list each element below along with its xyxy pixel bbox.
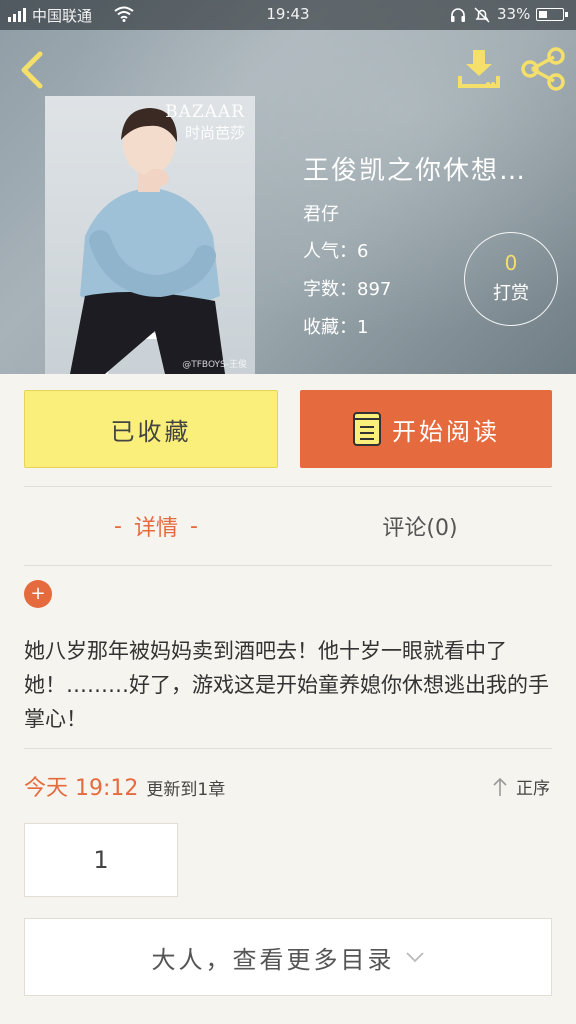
cover-brand: BAZAAR 时尚芭莎 xyxy=(165,102,245,143)
book-icon xyxy=(353,412,381,446)
chapter-number: 1 xyxy=(93,846,109,874)
download-button[interactable] xyxy=(456,46,502,92)
book-author[interactable]: 君仔 xyxy=(303,200,339,226)
stat-word-count: 字数：897 xyxy=(303,279,392,300)
chapter-cell[interactable]: 1 xyxy=(24,823,178,897)
reward-button[interactable]: 0 打赏 xyxy=(464,232,558,326)
reward-label: 打赏 xyxy=(493,283,529,304)
battery-icon xyxy=(536,8,568,21)
book-header: 中国联通 19:43 33% BAZAAR 时尚芭莎 @TFBOYS-王俊 王俊… xyxy=(0,0,576,374)
book-title: 王俊凯之你休想… xyxy=(303,156,528,186)
cover-brand-line1: BAZAAR xyxy=(165,102,245,122)
tab-dash-right: - xyxy=(190,513,198,539)
book-cover[interactable]: BAZAAR 时尚芭莎 @TFBOYS-王俊 xyxy=(45,96,255,374)
chevron-down-icon xyxy=(405,952,424,963)
detail-tabs: - 详情 - 评论(0) xyxy=(24,486,552,566)
more-catalog-label: 大人，查看更多目录 xyxy=(151,945,395,974)
battery-percent: 33% xyxy=(497,5,531,23)
share-button[interactable] xyxy=(520,46,566,92)
tab-details[interactable]: - 详情 - xyxy=(24,487,288,565)
collected-button[interactable]: 已收藏 xyxy=(24,390,278,468)
mute-bell-icon xyxy=(474,7,490,23)
cover-watermark: @TFBOYS-王俊 xyxy=(182,360,247,370)
update-info: 今天 19:12 更新到1章 xyxy=(24,770,225,802)
tab-details-label: 详情 xyxy=(133,516,178,541)
status-bar: 中国联通 19:43 33% xyxy=(0,0,576,30)
start-reading-button[interactable]: 开始阅读 xyxy=(300,390,552,468)
book-description: 她八岁那年被妈妈卖到酒吧去！他十岁一眼就看中了她！………好了，游戏这是开始童养媳… xyxy=(24,639,549,731)
cover-brand-line2: 时尚芭莎 xyxy=(184,124,245,142)
expand-description-button[interactable]: + xyxy=(24,580,52,608)
divider xyxy=(24,748,552,749)
tab-comments[interactable]: 评论(0) xyxy=(288,487,552,565)
collected-label: 已收藏 xyxy=(110,417,192,446)
more-catalog-button[interactable]: 大人，查看更多目录 xyxy=(24,918,552,996)
sort-order-button[interactable]: 正序 xyxy=(492,774,550,799)
tab-dash-left: - xyxy=(114,513,122,539)
start-reading-label: 开始阅读 xyxy=(392,417,500,446)
reward-count: 0 xyxy=(504,251,518,275)
update-time: 今天 19:12 xyxy=(24,776,139,801)
update-chapter-info: 更新到1章 xyxy=(146,780,226,800)
headphone-icon xyxy=(451,8,465,22)
back-button[interactable] xyxy=(14,50,50,90)
stat-favorites: 收藏：1 xyxy=(303,317,369,338)
arrow-up-icon xyxy=(493,777,507,796)
sort-label: 正序 xyxy=(516,779,550,799)
stat-popularity: 人气：6 xyxy=(303,241,369,262)
tab-comments-label: 评论(0) xyxy=(382,516,458,541)
